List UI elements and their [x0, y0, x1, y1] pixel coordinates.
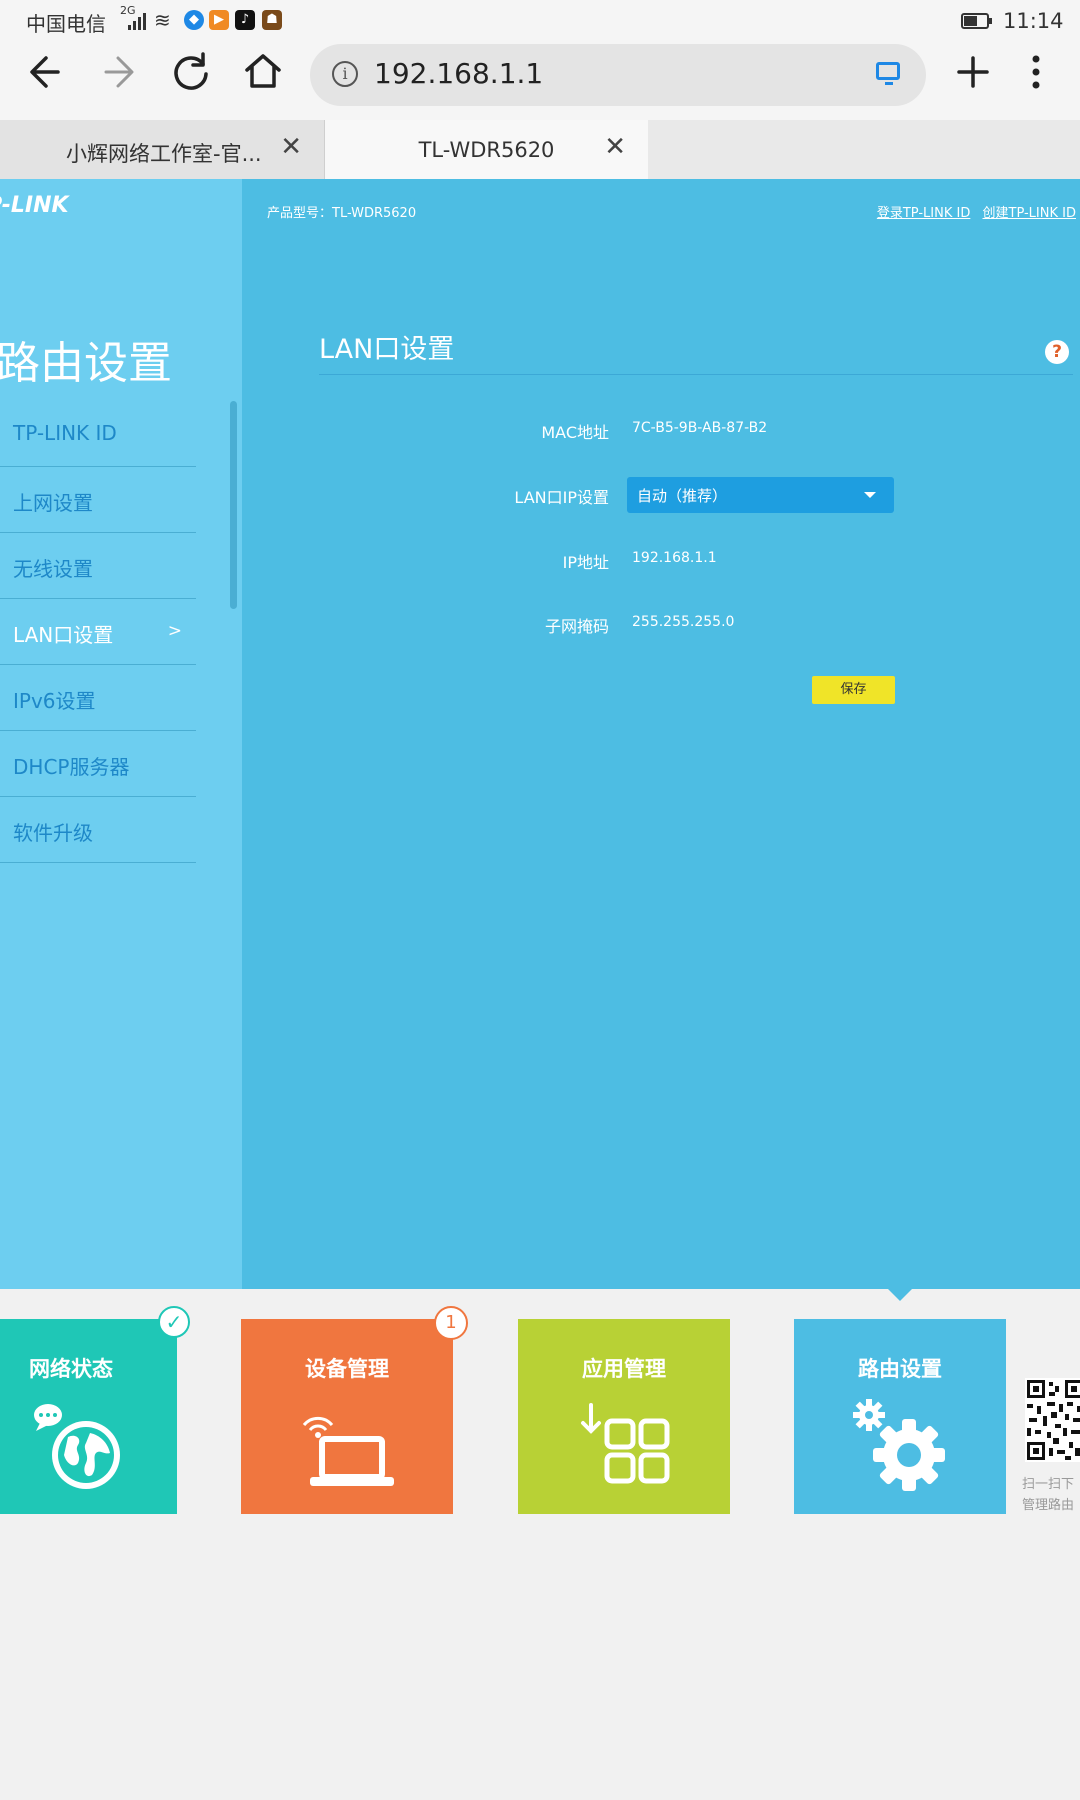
mac-label: MAC地址 — [541, 423, 609, 442]
chevron-right-icon: > — [167, 621, 182, 641]
close-icon[interactable]: ✕ — [604, 132, 626, 162]
sidebar-item-internet[interactable]: 上网设置 — [0, 467, 196, 533]
browser-toolbar: i 192.168.1.1 — [0, 44, 1080, 120]
qr-caption: 扫一扫下 管理路由 — [1022, 1474, 1074, 1516]
page-title: LAN口设置 — [319, 334, 455, 365]
tab-strip: 小辉网络工作室-官... ✕ TL-WDR5620 ✕ — [0, 120, 1080, 179]
tile-app-management[interactable]: 应用管理 — [518, 1319, 730, 1514]
qr-code-image — [1025, 1378, 1080, 1462]
sidebar-item-tplink-id[interactable]: TP-LINK ID — [0, 401, 196, 467]
ip-address-value: 192.168.1.1 — [632, 550, 717, 566]
more-vert-icon[interactable] — [1008, 44, 1064, 100]
qr-caption-line: 管理路由 — [1022, 1498, 1075, 1513]
tile-router-settings[interactable]: 路由设置 — [794, 1319, 1006, 1514]
clock: 11:14 — [1003, 9, 1064, 33]
divider — [319, 374, 1073, 375]
video-app-icon: ▶ — [209, 10, 229, 30]
qr-caption-line: 扫一扫下 — [1022, 1477, 1075, 1492]
sidebar-item-label: 无线设置 — [13, 557, 93, 581]
sidebar: P-LINK 路由设置 TP-LINK ID 上网设置 无线设置 LAN口设置 >… — [0, 179, 242, 1289]
wifi-icon: ≋ — [154, 8, 171, 32]
battery-icon — [961, 13, 992, 29]
sidebar-item-label: 上网设置 — [13, 491, 93, 515]
tiktok-app-icon: ♪ — [235, 10, 255, 30]
sidebar-item-wireless[interactable]: 无线设置 — [0, 533, 196, 599]
login-tplink-id-link[interactable]: 登录TP-LINK ID — [877, 206, 971, 221]
plus-icon[interactable] — [945, 44, 1001, 100]
forward-arrow-icon[interactable] — [90, 44, 146, 100]
mac-value: 7C-B5-9B-AB-87-B2 — [632, 420, 768, 436]
lan-ip-mode-select[interactable]: 自动（推荐） — [627, 477, 894, 513]
sidebar-item-dhcp[interactable]: DHCP服务器 — [0, 731, 196, 797]
tile-label: 设备管理 — [305, 1357, 389, 1381]
tab-label: TL-WDR5620 — [418, 138, 555, 162]
tile-label: 路由设置 — [858, 1357, 942, 1381]
tile-network-status[interactable]: 网络状态 — [0, 1319, 177, 1514]
help-icon[interactable]: ? — [1045, 340, 1069, 364]
game-app-icon: ☗ — [262, 10, 282, 30]
dropdown-caret-icon — [864, 492, 876, 498]
product-model: 产品型号：TL-WDR5620 — [267, 206, 417, 221]
url-bar[interactable]: i 192.168.1.1 — [310, 44, 926, 106]
sidebar-item-label: 软件升级 — [13, 821, 93, 845]
sidebar-item-ipv6[interactable]: IPv6设置 — [0, 665, 196, 731]
sidebar-item-label: IPv6设置 — [13, 689, 96, 713]
tile-device-management[interactable]: 设备管理 — [241, 1319, 453, 1514]
home-icon[interactable] — [235, 44, 291, 100]
sidebar-item-label: LAN口设置 — [13, 623, 114, 647]
sidebar-title: 路由设置 — [0, 338, 172, 389]
save-button[interactable]: 保存 — [812, 676, 895, 704]
top-links: 登录TP-LINK ID 创建TP-LINK ID — [869, 202, 1076, 221]
active-tile-pointer — [886, 1287, 914, 1301]
sidebar-nav: TP-LINK ID 上网设置 无线设置 LAN口设置 > IPv6设置 DHCP… — [0, 401, 196, 863]
info-icon[interactable]: i — [332, 61, 358, 87]
ip-address-label: IP地址 — [562, 553, 609, 572]
carrier-label: 中国电信 — [26, 12, 106, 36]
app-grid-icon — [581, 1403, 670, 1484]
sidebar-item-label: DHCP服务器 — [13, 755, 130, 779]
laptop-wifi-icon — [302, 1416, 394, 1486]
gear-icon — [853, 1399, 945, 1491]
lan-ip-mode-label: LAN口IP设置 — [514, 488, 609, 507]
globe-chat-icon — [34, 1404, 120, 1489]
check-icon: ✓ — [158, 1306, 190, 1338]
tile-label: 应用管理 — [582, 1357, 666, 1381]
subnet-mask-label: 子网掩码 — [544, 617, 609, 636]
router-page: P-LINK 路由设置 TP-LINK ID 上网设置 无线设置 LAN口设置 >… — [0, 179, 1080, 1289]
close-icon[interactable]: ✕ — [280, 132, 302, 162]
reload-icon[interactable] — [163, 44, 219, 100]
status-bar: 中国电信 2G ≋ ◆ ▶ ♪ ☗ 11:14 — [0, 0, 1080, 44]
subnet-mask-value: 255.255.255.0 — [632, 614, 735, 630]
signal-icon — [128, 12, 150, 30]
sidebar-item-upgrade[interactable]: 软件升级 — [0, 797, 196, 863]
tile-label: 网络状态 — [29, 1357, 113, 1381]
sidebar-item-lan[interactable]: LAN口设置 > — [0, 599, 196, 665]
cast-icon[interactable] — [876, 62, 900, 85]
notification-badge: 1 — [434, 1306, 468, 1340]
browser-app-icon: ◆ — [184, 10, 204, 30]
tplink-logo: P-LINK — [0, 193, 69, 218]
lan-ip-mode-value: 自动（推荐） — [637, 487, 728, 505]
create-tplink-id-link[interactable]: 创建TP-LINK ID — [983, 206, 1077, 221]
sidebar-scrollbar[interactable] — [230, 401, 237, 609]
sidebar-item-label: TP-LINK ID — [13, 421, 117, 445]
url-text[interactable]: 192.168.1.1 — [374, 57, 543, 90]
tab-active[interactable]: TL-WDR5620 ✕ — [325, 120, 648, 179]
back-arrow-icon[interactable] — [18, 44, 74, 100]
tab-inactive[interactable]: 小辉网络工作室-官... ✕ — [0, 120, 325, 179]
tab-label: 小辉网络工作室-官... — [66, 142, 262, 166]
